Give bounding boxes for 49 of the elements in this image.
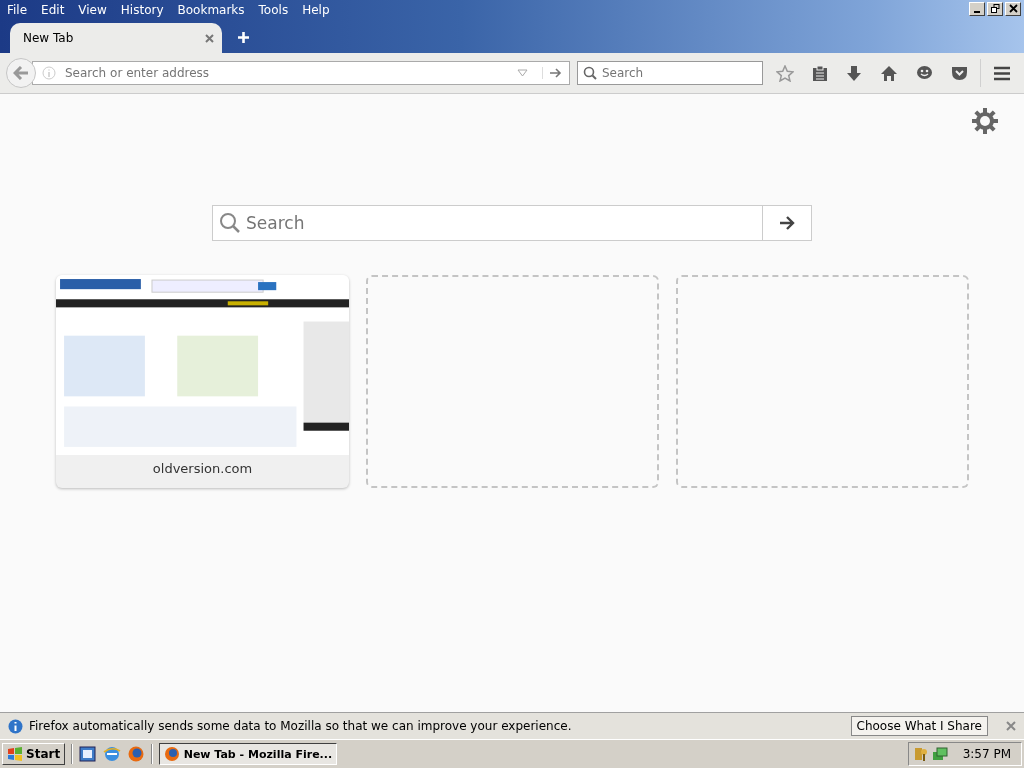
download-icon[interactable] [846, 64, 862, 82]
close-icon [1008, 4, 1018, 13]
go-arrow-icon[interactable] [542, 67, 562, 79]
minimize-icon [974, 10, 980, 13]
search-button[interactable] [763, 205, 812, 241]
minimize-button[interactable] [969, 1, 985, 16]
menu-item[interactable]: Edit [41, 3, 65, 17]
star-icon[interactable] [776, 64, 794, 82]
close-button[interactable] [1005, 1, 1021, 16]
keys-icon[interactable] [912, 746, 929, 762]
home-icon[interactable] [880, 64, 898, 82]
windows-logo-icon [7, 747, 23, 761]
browser-icon[interactable] [103, 745, 122, 763]
clock: 3:57 PM [962, 747, 1011, 761]
desktop-icon[interactable] [79, 745, 98, 763]
arrow-icon [779, 216, 795, 230]
close-icon[interactable] [205, 33, 214, 43]
address-field[interactable]: Search or enter address [32, 61, 570, 85]
search-icon [583, 66, 597, 80]
firefox-icon [164, 746, 180, 762]
menu-item[interactable]: History [120, 3, 164, 17]
pocket-icon[interactable] [951, 65, 968, 81]
browser-tab[interactable]: New Tab [10, 23, 222, 53]
network-icon[interactable] [931, 746, 948, 762]
firefox-icon[interactable] [127, 745, 146, 763]
menu-item[interactable]: File [7, 3, 28, 17]
clipboard-icon[interactable] [812, 64, 828, 82]
notification-message: Firefox automatically sends some data to Mozilla so that we can improve your experience. [29, 719, 573, 733]
taskbar-window-button[interactable]: New Tab - Mozilla Fire... [159, 743, 338, 765]
menu-item[interactable]: View [78, 3, 107, 17]
close-icon[interactable] [1006, 721, 1016, 731]
menu-item[interactable]: Bookmarks [177, 3, 245, 17]
menu-item[interactable]: Tools [258, 3, 289, 17]
start-button[interactable]: Start [2, 743, 66, 765]
new-tab-icon[interactable] [237, 31, 250, 44]
site-tile[interactable]: oldversion.com [56, 275, 349, 488]
search-field[interactable]: Search [212, 205, 763, 241]
restore-button[interactable] [987, 1, 1003, 16]
tile-title: oldversion.com [151, 461, 254, 476]
restore-icon [990, 4, 1000, 13]
share-button[interactable]: Choose What I Share [850, 716, 988, 736]
menu-icon[interactable] [993, 65, 1011, 81]
search-field[interactable]: Search [577, 61, 763, 85]
back-arrow-icon [13, 66, 29, 80]
info-icon [8, 718, 23, 734]
back-button[interactable] [6, 58, 36, 88]
search-icon [219, 212, 241, 234]
menu-item[interactable]: Help [302, 3, 330, 17]
smiley-icon[interactable] [916, 65, 933, 81]
